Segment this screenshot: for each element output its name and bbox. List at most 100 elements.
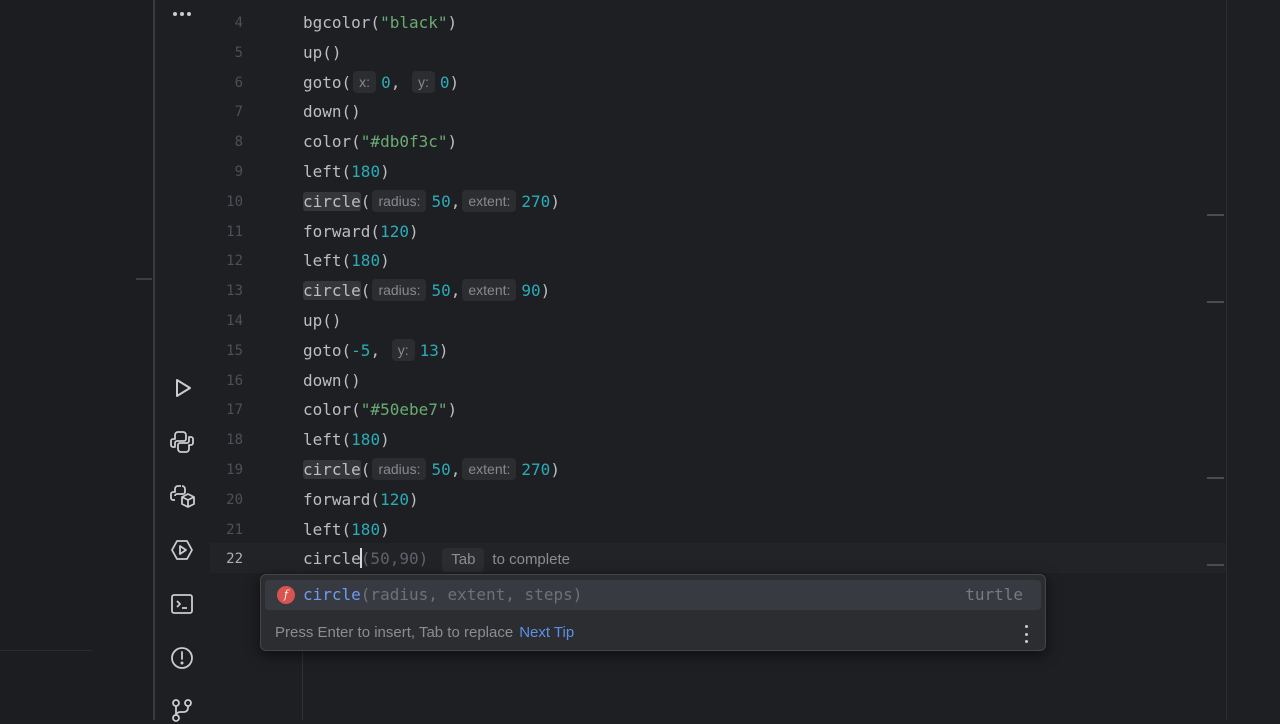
more-vertical-icon[interactable] [1023,625,1029,643]
code-line[interactable]: 5 up() [210,38,1210,68]
code-line[interactable]: 16 down() [210,366,1210,396]
code-token: ) [380,251,390,271]
scroll-marker[interactable] [1207,301,1224,303]
code-line[interactable]: 22 circle(50,90) Tab to complete [210,544,1210,574]
more-tool-windows-icon[interactable] [168,0,196,28]
code-text[interactable]: left(180) [303,515,390,545]
code-line[interactable]: 17 color("#50ebe7") [210,395,1210,425]
code-text[interactable]: left(180) [303,246,390,276]
code-text[interactable]: forward(120) [303,217,419,247]
code-token: 90 [521,281,541,301]
python-packages-icon[interactable] [168,482,196,510]
python-console-icon[interactable] [168,428,196,456]
code-token: 180 [351,162,381,181]
panel-tick [136,278,152,280]
code-text[interactable]: goto(x: 0, y: 0) [303,68,459,98]
code-token: "#50ebe7" [360,400,448,420]
code-token: ) [447,132,458,152]
code-line[interactable]: 13 circle(radius: 50, extent: 90) [210,276,1210,306]
code-line[interactable]: 15 goto(-5, y: 13) [210,336,1210,366]
code-token: goto( [303,340,352,360]
code-token: ( [360,281,371,301]
code-token: left( [303,162,352,181]
code-text[interactable]: circle(radius: 50, extent: 270) [303,455,560,485]
code-token: 50 [431,281,451,301]
parameter-hint: radius: [372,279,427,302]
code-token: 180 [351,519,381,539]
line-number: 21 [226,521,243,538]
code-line[interactable]: 21 left(180) [210,515,1210,545]
completion-item[interactable]: f circle(radius, extent, steps) turtle [265,580,1041,610]
code-text[interactable]: bgcolor("black") [303,8,457,38]
problems-icon[interactable] [168,644,196,672]
line-number: 14 [226,313,243,329]
code-token: ) [380,519,390,539]
next-tip-link[interactable]: Next Tip [519,624,574,641]
code-text[interactable]: left(180) [303,425,390,455]
code-text[interactable]: goto(-5, y: 13) [303,336,449,366]
parameter-hint: extent: [462,458,517,480]
code-text[interactable]: circle(radius: 50, extent: 270) [303,187,560,217]
line-number: 6 [234,74,243,91]
code-line[interactable]: 12 left(180) [210,246,1210,276]
code-text[interactable]: down() [303,97,361,127]
right-gutter [1226,0,1280,720]
scroll-marker[interactable] [1207,564,1224,566]
code-token: circle [303,281,361,301]
code-text[interactable]: forward(120) [303,485,419,515]
code-token: up() [303,42,342,62]
code-line[interactable]: 11 forward(120) [210,217,1210,247]
code-text[interactable]: color("#50ebe7") [303,395,457,425]
code-text[interactable]: left(180) [303,157,390,187]
code-token: ) [408,489,419,509]
code-token: , [450,460,461,479]
code-token: circle [303,460,361,479]
line-number: 22 [226,551,243,568]
code-token: forward( [303,489,381,509]
scroll-marker[interactable] [1207,214,1224,216]
code-line[interactable]: 14 up() [210,306,1210,336]
code-text[interactable]: up() [303,306,342,336]
panel-rule [0,650,92,651]
code-text[interactable]: up() [303,38,342,68]
code-line[interactable]: 18 left(180) [210,425,1210,455]
line-number: 20 [226,491,243,508]
code-token: ) [447,400,458,420]
code-token: 180 [351,430,381,450]
line-number: 8 [234,134,243,151]
code-token: "#db0f3c" [360,132,448,152]
run-icon[interactable] [168,374,196,402]
code-text[interactable]: circle(radius: 50, extent: 90) [303,276,550,306]
line-number: 15 [226,342,243,359]
code-text[interactable]: color("#db0f3c") [303,127,457,157]
code-token: , [450,191,461,211]
code-token: 0 [439,72,450,92]
code-line[interactable]: 9 left(180) [210,157,1210,187]
code-token: -5 [351,340,371,360]
code-line[interactable]: 19 circle(radius: 50, extent: 270) [210,455,1210,485]
code-token: 0 [381,72,391,92]
services-icon[interactable] [168,536,196,564]
code-line[interactable]: 4 bgcolor("black") [210,8,1210,38]
completion-name: circle [303,585,361,604]
code-text[interactable]: down() [303,366,361,396]
code-token: 50 [431,191,451,211]
line-number: 4 [234,15,243,31]
code-line[interactable]: 8 color("#db0f3c") [210,127,1210,157]
completion-signature: circle(radius, extent, steps) [303,580,582,610]
scroll-marker[interactable] [1207,477,1224,479]
line-number: 9 [234,164,243,180]
gutter-border [1226,0,1227,720]
code-token: down() [303,370,361,390]
code-text[interactable]: circle(50,90) Tab to complete [303,544,570,575]
tool-window-strip [155,0,210,722]
line-number: 7 [234,104,243,121]
completion-footer: Press Enter to insert, Tab to replace Nex… [275,622,574,644]
code-line[interactable]: 6 goto(x: 0, y: 0) [210,68,1210,98]
code-line[interactable]: 10 circle(radius: 50, extent: 270) [210,187,1210,217]
code-token: 13 [419,340,439,360]
terminal-icon[interactable] [168,590,196,618]
code-token: left( [303,430,352,450]
code-line[interactable]: 20 forward(120) [210,485,1210,515]
code-line[interactable]: 7 down() [210,97,1210,127]
